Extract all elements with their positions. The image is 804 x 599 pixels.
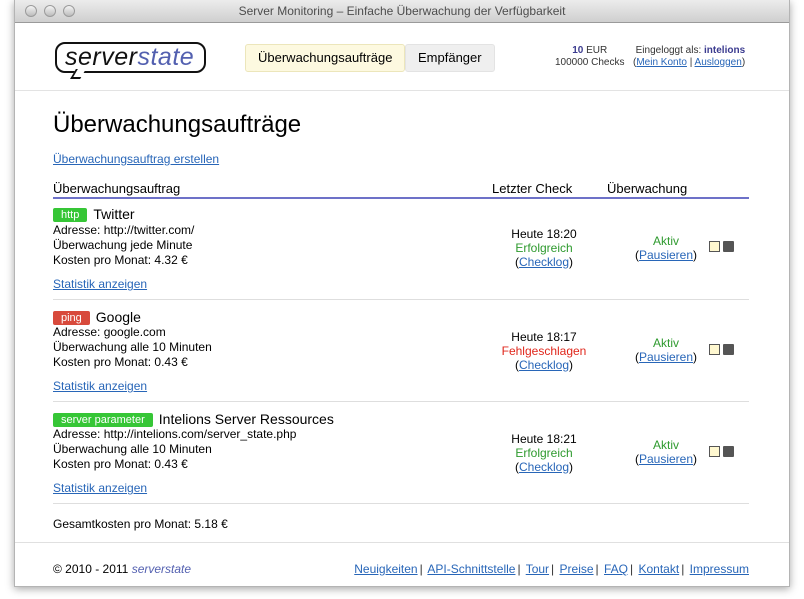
footer-link-api[interactable]: API-Schnittstelle [427,562,515,576]
copyright: © 2010 - 2011 serverstate [53,562,191,576]
job-name: Intelions Server Ressources [158,411,334,427]
job-cost: Kosten pro Monat: 0.43 € [53,355,188,369]
job-interval: Überwachung alle 10 Minuten [53,442,212,456]
tab-recipients[interactable]: Empfänger [405,44,495,72]
last-check: Heute 18:20 Erfolgreich (Checklog) [489,227,599,269]
monitoring-active: Aktiv [652,234,679,248]
tab-monitoring-jobs[interactable]: Überwachungsaufträge [245,44,406,72]
copyright-text: © 2010 - 2011 [53,562,129,576]
job-cost: Kosten pro Monat: 4.32 € [53,253,188,267]
checks-count: 100000 Checks [555,57,625,68]
pause-link[interactable]: Pausieren [639,452,693,466]
logo-part-server: server [65,43,138,71]
trash-icon[interactable] [723,344,734,355]
footer: © 2010 - 2011 serverstate Neuigkeiten | A… [15,542,789,586]
username: intelions [704,45,746,56]
login-info: Eingeloggt als: intelions (Mein Konto | … [633,45,746,68]
job-interval: Überwachung alle 10 Minuten [53,340,212,354]
monitoring-active: Aktiv [652,336,679,350]
table-header: Überwachungsauftrag Letzter Check Überwa… [53,180,749,199]
job-type-badge: http [53,208,88,222]
footer-link-faq[interactable]: FAQ [604,562,628,576]
footer-link-tour[interactable]: Tour [526,562,549,576]
footer-brand-server: server [131,562,166,576]
pause-link[interactable]: Pausieren [639,248,693,262]
job-name: Twitter [93,206,135,222]
edit-icon[interactable] [709,241,720,252]
pause-link[interactable]: Pausieren [639,350,693,364]
last-check-status: Erfolgreich [515,446,573,460]
job-name: Google [95,309,141,325]
trash-icon[interactable] [723,241,734,252]
footer-links: Neuigkeiten | API-Schnittstelle | Tour | Pr… [354,562,749,576]
checklog-link[interactable]: Checklog [519,460,569,474]
last-check-time: Heute 18:17 [511,330,577,344]
job-address: Adresse: google.com [53,325,166,339]
statistics-link[interactable]: Statistik anzeigen [53,481,147,495]
last-check-time: Heute 18:21 [511,432,577,446]
last-check-status: Erfolgreich [515,241,573,255]
site-header: serverstate Überwachungsaufträge Empfäng… [15,23,789,91]
checklog-link[interactable]: Checklog [519,255,569,269]
job-row-twitter: http Twitter Adresse: http://twitter.com/… [53,203,749,300]
last-check: Heute 18:17 Fehlgeschlagen (Checklog) [489,330,599,372]
job-type-badge: ping [53,311,90,325]
total-cost: Gesamtkosten pro Monat: 5.18 € [53,517,228,531]
last-check: Heute 18:21 Erfolgreich (Checklog) [489,432,599,474]
trash-icon[interactable] [723,446,734,457]
row-actions [709,344,737,358]
column-last-check: Letzter Check [492,181,573,196]
credit-unit: EUR [586,45,608,56]
credit-info: 10 EUR 100000 Checks [555,45,625,69]
title-bar: Server Monitoring – Einfache Überwachung… [15,0,789,23]
row-actions [709,446,737,460]
job-address: Adresse: http://intelions.com/server_sta… [53,427,297,441]
footer-link-contact[interactable]: Kontakt [638,562,679,576]
edit-icon[interactable] [709,446,720,457]
logout-link[interactable]: Ausloggen [695,57,742,68]
page-title: Überwachungsaufträge [53,111,302,138]
browser-window: Server Monitoring – Einfache Überwachung… [14,0,790,587]
footer-link-prices[interactable]: Preise [560,562,594,576]
edit-icon[interactable] [709,344,720,355]
window-title: Server Monitoring – Einfache Überwachung… [238,4,566,18]
last-check-status: Fehlgeschlagen [501,344,587,358]
job-interval: Überwachung jede Minute [53,238,193,252]
statistics-link[interactable]: Statistik anzeigen [53,379,147,393]
monitoring-status: Aktiv (Pausieren) [611,234,721,262]
checklog-link[interactable]: Checklog [519,358,569,372]
job-row-intelions: server parameter Intelions Server Ressour… [53,402,749,504]
statistics-link[interactable]: Statistik anzeigen [53,277,147,291]
monitoring-status: Aktiv (Pausieren) [611,336,721,364]
job-row-google: ping Google Adresse: google.com Überwachu… [53,300,749,402]
footer-brand-state: state [165,562,192,576]
last-check-time: Heute 18:20 [511,227,577,241]
footer-link-imprint[interactable]: Impressum [690,562,749,576]
row-actions [709,241,737,255]
create-job-link[interactable]: Überwachungsauftrag erstellen [53,152,219,166]
credit-amount: 10 [572,45,584,56]
monitoring-active: Aktiv [652,438,679,452]
logo-part-state: state [137,43,195,71]
job-type-badge: server parameter [53,413,153,427]
footer-link-news[interactable]: Neuigkeiten [354,562,417,576]
column-job: Überwachungsauftrag [53,181,181,196]
monitoring-status: Aktiv (Pausieren) [611,438,721,466]
my-account-link[interactable]: Mein Konto [636,57,687,68]
job-address: Adresse: http://twitter.com/ [53,223,195,237]
logged-in-label: Eingeloggt als: [635,45,702,56]
job-cost: Kosten pro Monat: 0.43 € [53,457,188,471]
column-monitoring: Überwachung [607,181,688,196]
